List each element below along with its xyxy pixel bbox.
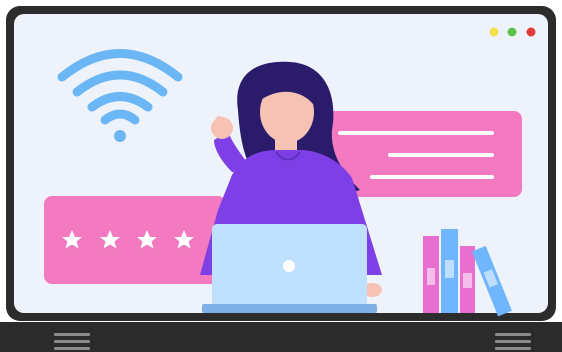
online-learning-illustration [0, 0, 562, 352]
illustration-canvas [0, 6, 562, 352]
window-dot-red [526, 27, 536, 37]
window-dot-green [507, 27, 517, 37]
base-vent-right [495, 333, 531, 350]
laptop-logo [283, 260, 295, 272]
base-vent-left [54, 333, 90, 350]
laptop [202, 224, 377, 313]
laptop-base [202, 304, 377, 313]
window-dot-yellow [489, 27, 499, 37]
